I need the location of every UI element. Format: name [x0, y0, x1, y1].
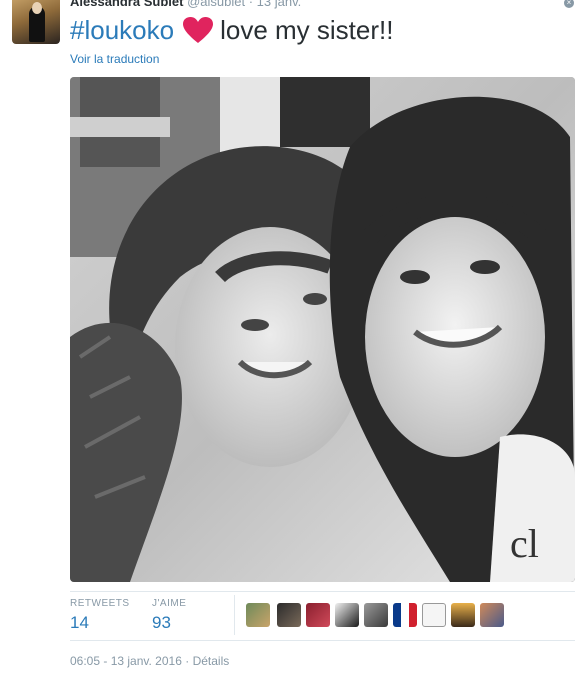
stats-divider-bottom	[70, 640, 575, 641]
retweets-label: RETWEETS	[70, 598, 130, 609]
likes-stat[interactable]: J'AIME 93	[152, 598, 186, 633]
header-separator: ·	[248, 0, 254, 9]
liker-avatar-6[interactable]	[393, 603, 417, 627]
details-link[interactable]: Détails	[193, 654, 230, 668]
liker-avatar-7[interactable]	[422, 603, 446, 627]
author-name[interactable]: Alessandra Sublet	[70, 0, 183, 9]
author-avatar[interactable]	[12, 0, 60, 44]
close-icon[interactable]: ×	[564, 0, 574, 8]
heart-icon	[183, 17, 214, 43]
likes-count: 93	[152, 613, 171, 632]
svg-text:cl: cl	[510, 521, 539, 566]
liker-avatar-3[interactable]	[306, 603, 330, 627]
avatar-face	[32, 2, 42, 14]
retweets-count: 14	[70, 613, 89, 632]
liker-avatar-4[interactable]	[335, 603, 359, 627]
liker-avatar-1[interactable]	[246, 603, 270, 627]
tweet-metadata: 06:05 - 13 janv. 2016 · Détails	[70, 654, 229, 668]
tweet-photo[interactable]: cl	[70, 77, 575, 582]
translate-link[interactable]: Voir la traduction	[70, 52, 159, 66]
liker-avatar-5[interactable]	[364, 603, 388, 627]
liker-avatar-9[interactable]	[480, 603, 504, 627]
liker-avatar-2[interactable]	[277, 603, 301, 627]
tweet-date[interactable]: 13 janv.	[257, 0, 302, 9]
tweet-text: #loukoko love my sister!!	[70, 14, 393, 46]
tweet-timestamp[interactable]: 06:05 - 13 janv. 2016	[70, 654, 182, 668]
stats-separator	[234, 595, 235, 635]
liker-avatar-8[interactable]	[451, 603, 475, 627]
author-handle[interactable]: @alsublet	[187, 0, 245, 9]
hashtag-link[interactable]: #loukoko	[70, 15, 174, 45]
tweet-text-body: love my sister!!	[220, 15, 394, 45]
stats-divider	[70, 591, 575, 592]
selfie-photo: cl	[70, 77, 575, 582]
meta-separator: ·	[185, 654, 190, 668]
tweet-header: Alessandra Sublet @alsublet · 13 janv.	[70, 0, 301, 9]
retweets-stat[interactable]: RETWEETS 14	[70, 598, 130, 633]
tweet: Alessandra Sublet @alsublet · 13 janv. ×…	[0, 0, 580, 675]
likes-label: J'AIME	[152, 598, 187, 609]
